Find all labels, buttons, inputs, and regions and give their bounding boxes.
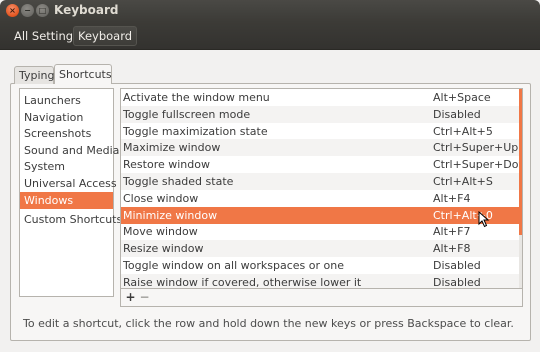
category-item-system[interactable]: System <box>20 158 113 175</box>
shortcut-accelerator[interactable]: Ctrl+Alt+5 <box>433 123 493 140</box>
shortcut-name: Toggle window on all workspaces or one <box>123 259 344 272</box>
shortcut-row[interactable]: Restore window Ctrl+Super+Down <box>121 156 522 173</box>
shortcut-row[interactable]: Minimize window Ctrl+Alt+0 <box>121 206 519 224</box>
shortcut-name: Resize window <box>123 242 204 256</box>
window-title: Keyboard <box>54 3 119 17</box>
shortcut-accelerator[interactable]: Alt+F7 <box>433 223 470 240</box>
shortcuts-panel: Launchers Navigation Screenshots Sound and … <box>10 83 531 341</box>
shortcut-name: Maximize window <box>123 141 221 155</box>
shortcut-row[interactable]: Toggle fullscreen mode Disabled <box>121 105 519 123</box>
category-item-sound-and-media[interactable]: Sound and Media <box>20 142 119 159</box>
title-bar: × − □ Keyboard <box>0 0 540 22</box>
shortcut-name: Toggle maximization state <box>123 124 268 138</box>
shortcut-row[interactable]: Toggle maximization state Ctrl+Alt+5 <box>121 123 519 140</box>
shortcut-accelerator[interactable]: Disabled <box>433 106 481 123</box>
scrollbar-track[interactable] <box>519 89 522 288</box>
shortcut-accelerator[interactable]: Ctrl+Alt+S <box>433 173 493 190</box>
mouse-pointer-icon <box>478 211 490 228</box>
remove-shortcut-button[interactable]: − <box>138 291 151 304</box>
category-item-universal-access[interactable]: Universal Access <box>20 175 117 192</box>
shortcut-row[interactable]: Activate the window menu Alt+Space <box>121 89 519 106</box>
shortcut-row[interactable]: Raise window if covered, otherwise lower… <box>121 273 519 289</box>
shortcut-row[interactable]: Move window Alt+F7 <box>121 223 519 240</box>
category-item-windows[interactable]: Windows <box>20 191 113 209</box>
minimize-icon[interactable]: − <box>21 4 34 17</box>
tab-shortcuts[interactable]: Shortcuts <box>54 64 112 84</box>
shortcut-accelerator[interactable]: Ctrl+Super+Down <box>433 156 522 173</box>
shortcut-row[interactable]: Toggle window on all workspaces or one Di… <box>121 257 519 274</box>
shortcut-row[interactable]: Maximize window Ctrl+Super+Up <box>121 139 519 157</box>
shortcut-accelerator[interactable]: Ctrl+Super+Up <box>433 139 518 156</box>
shortcut-name: Move window <box>123 225 198 239</box>
shortcut-accelerator[interactable]: Disabled <box>433 257 481 274</box>
category-item-screenshots[interactable]: Screenshots <box>20 125 113 142</box>
shortcut-name: Toggle shaded state <box>123 175 234 188</box>
keyboard-window: × − □ Keyboard All Settings Keyboard Lau… <box>0 0 540 352</box>
add-remove-bar: + − <box>120 289 523 307</box>
shortcut-name: Minimize window <box>123 208 218 222</box>
category-item-navigation[interactable]: Navigation <box>20 109 113 126</box>
breadcrumb-keyboard[interactable]: Keyboard <box>73 26 138 46</box>
shortcut-row[interactable]: Toggle shaded state Ctrl+Alt+S <box>121 173 519 190</box>
scrollbar-thumb[interactable] <box>519 89 522 235</box>
shortcut-name: Restore window <box>123 158 210 172</box>
shortcut-accelerator[interactable]: Alt+Space <box>433 89 491 106</box>
hint-text: To edit a shortcut, click the row and ho… <box>23 317 514 330</box>
shortcut-name: Close window <box>123 191 199 205</box>
category-list: Launchers Navigation Screenshots Sound and … <box>19 88 122 297</box>
add-shortcut-button[interactable]: + <box>124 291 137 304</box>
category-item-launchers[interactable]: Launchers <box>20 92 113 109</box>
maximize-icon[interactable]: □ <box>36 4 49 17</box>
close-icon[interactable]: × <box>6 4 19 17</box>
shortcut-name: Toggle fullscreen mode <box>123 107 251 121</box>
shortcut-name: Raise window if covered, otherwise lower… <box>123 275 362 289</box>
shortcut-accelerator[interactable]: Alt+F8 <box>433 240 470 257</box>
shortcut-row[interactable]: Close window Alt+F4 <box>121 190 519 207</box>
shortcut-accelerator[interactable]: Alt+F4 <box>433 190 470 207</box>
shortcut-accelerator[interactable]: Disabled <box>433 274 481 288</box>
shortcut-name: Activate the window menu <box>123 91 270 104</box>
breadcrumb: All Settings Keyboard <box>0 22 540 50</box>
tab-typing[interactable]: Typing <box>14 66 55 84</box>
shortcut-row[interactable]: Resize window Alt+F8 <box>121 240 519 258</box>
category-item-custom-shortcuts[interactable]: Custom Shortcuts <box>20 211 122 228</box>
shortcut-list: Raise window if covered, otherwise lower… <box>120 88 523 289</box>
